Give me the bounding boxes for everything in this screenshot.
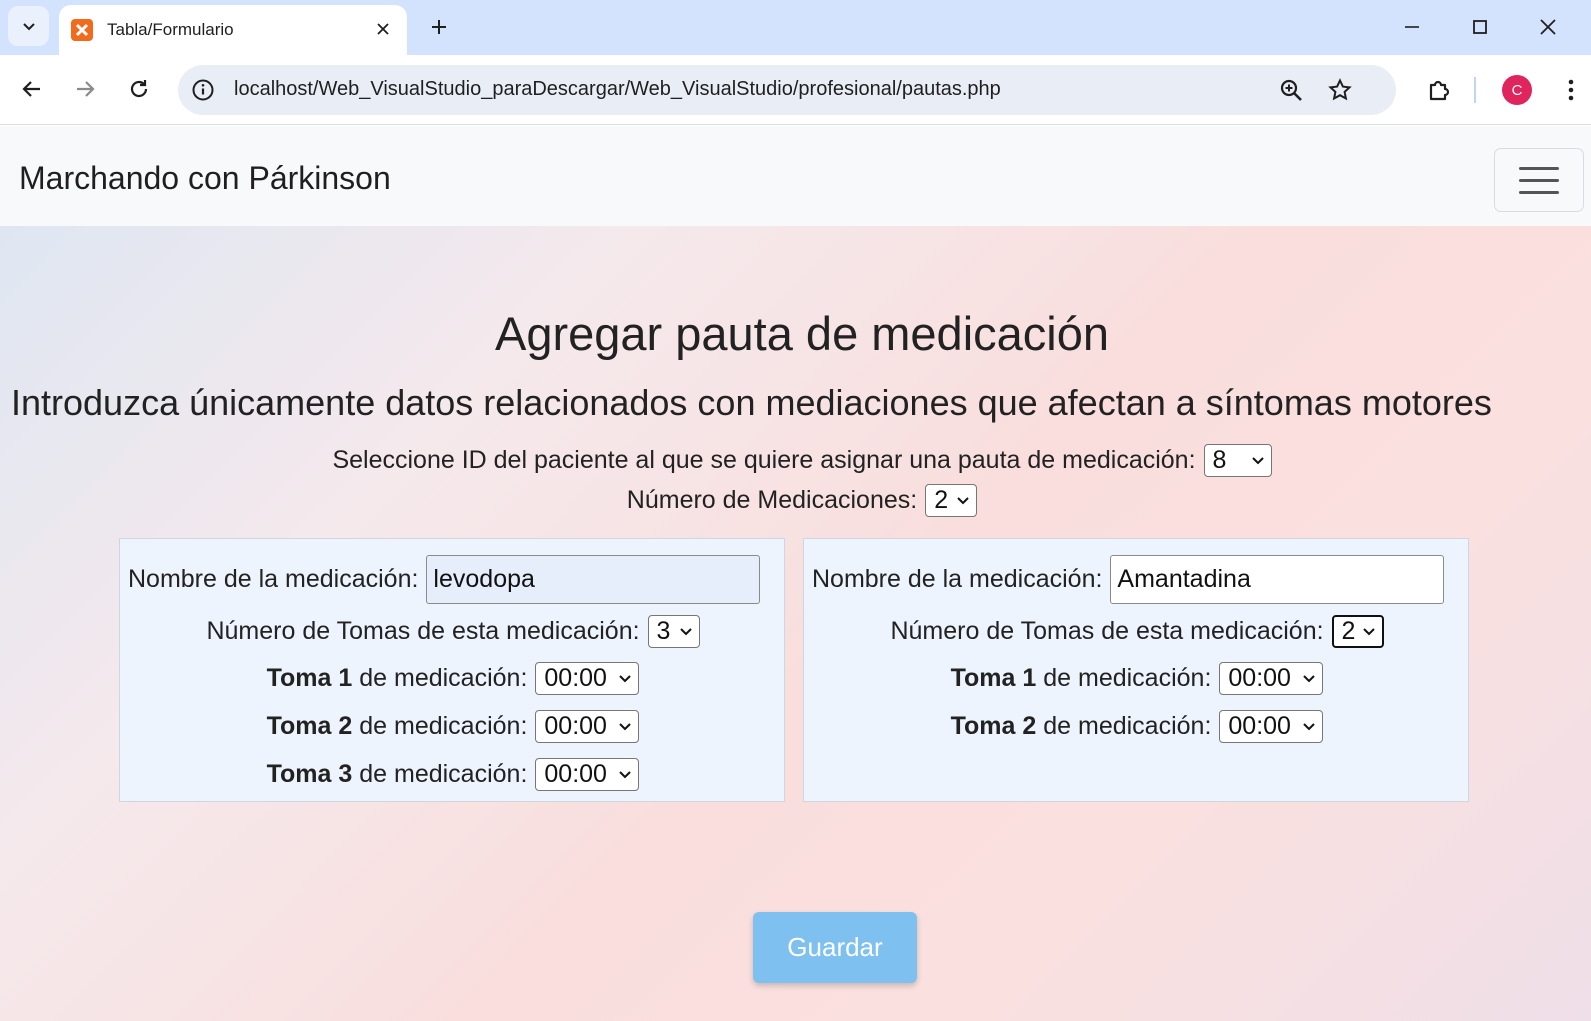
tab-strip: Tabla/Formulario (0, 0, 1591, 55)
zoom-icon[interactable] (1278, 77, 1304, 103)
dose-time-select[interactable]: 00:00 (535, 710, 640, 743)
more-menu-icon[interactable] (1556, 75, 1586, 105)
doses-count-select[interactable]: 2 (1331, 615, 1384, 648)
doses-count-select[interactable]: 3 (647, 615, 700, 648)
dose-label: de medicación: (1043, 664, 1212, 692)
toolbar-divider (1474, 77, 1476, 103)
med-name-row: Nombre de la medicación: levodopa (128, 555, 761, 604)
medication-card-2: Nombre de la medicación: Amantadina Núme… (803, 538, 1469, 802)
xampp-favicon-icon (71, 19, 93, 41)
tab-title: Tabla/Formulario (107, 20, 234, 39)
page-content: Marchando con Párkinson Agregar pauta de… (0, 126, 1591, 1021)
browser-tab[interactable]: Tabla/Formulario (59, 5, 407, 55)
med-name-row: Nombre de la medicación: Amantadina (812, 555, 1445, 604)
close-icon[interactable] (373, 19, 393, 39)
page-subtitle: Introduzca únicamente datos relacionados… (11, 382, 1492, 423)
dose-time-value: 00:00 (544, 712, 607, 740)
dose-label: de medicación: (359, 664, 528, 692)
dose-label-bold: Toma 2 (950, 712, 1037, 740)
chevron-down-icon (679, 627, 692, 635)
dose-row: Toma 1 de medicación: 00:00 (804, 662, 1470, 695)
back-arrow-icon[interactable] (14, 71, 50, 107)
med-name-input[interactable]: Amantadina (1110, 555, 1445, 604)
site-brand[interactable]: Marchando con Párkinson (19, 160, 391, 197)
chevron-down-icon (22, 23, 35, 31)
dose-label-bold: Toma 2 (266, 712, 353, 740)
site-info-icon[interactable] (190, 77, 216, 103)
doses-count-row: Número de Tomas de esta medicación: 3 (120, 615, 786, 648)
medication-card-1: Nombre de la medicación: levodopa Número… (119, 538, 785, 802)
chevron-down-icon (619, 722, 632, 730)
patient-id-select[interactable]: 8 (1203, 444, 1272, 477)
new-tab-plus-icon[interactable] (426, 14, 452, 40)
reload-icon[interactable] (121, 71, 157, 107)
chevron-down-icon (619, 674, 632, 682)
dose-row: Toma 1 de medicación: 00:00 (120, 662, 786, 695)
page-title: Agregar pauta de medicación (494, 307, 1109, 360)
dose-label: de medicación: (359, 712, 528, 740)
dose-time-select[interactable]: 00:00 (535, 662, 640, 695)
num-meds-value: 2 (934, 486, 949, 514)
num-meds-select[interactable]: 2 (925, 484, 978, 517)
patient-label: Seleccione ID del paciente al que se qui… (332, 446, 1196, 474)
doses-count-value: 3 (656, 617, 671, 645)
dose-label: de medicación: (1043, 712, 1212, 740)
dose-time-value: 00:00 (1228, 664, 1291, 692)
save-button[interactable]: Guardar (753, 912, 917, 983)
dose-row: Toma 2 de medicación: 00:00 (120, 710, 786, 743)
doses-count-value: 2 (1341, 617, 1356, 645)
num-meds-row: Número de Medicaciones: 2 (0, 484, 1591, 517)
profile-avatar[interactable]: C (1502, 75, 1532, 105)
dose-label-bold: Toma 1 (950, 664, 1037, 692)
tab-search-button[interactable] (8, 6, 49, 46)
url-text: localhost/Web_VisualStudio_paraDescargar… (234, 78, 1001, 100)
hamburger-line (1519, 178, 1559, 182)
dose-label: de medicación: (359, 760, 528, 788)
chevron-down-icon (619, 770, 632, 778)
dose-row: Toma 3 de medicación: 00:00 (120, 758, 786, 791)
extensions-puzzle-icon[interactable] (1424, 75, 1454, 105)
site-navbar: Marchando con Párkinson (0, 126, 1591, 226)
dose-time-select[interactable]: 00:00 (1219, 710, 1324, 743)
doses-count-label: Número de Tomas de esta medicación: (890, 617, 1324, 645)
patient-id-value: 8 (1212, 446, 1227, 474)
chevron-down-icon (957, 496, 969, 504)
menu-toggle-button[interactable] (1494, 148, 1584, 212)
num-meds-label: Número de Medicaciones: (626, 486, 918, 514)
browser-toolbar: localhost/Web_VisualStudio_paraDescargar… (0, 55, 1591, 125)
dose-row: Toma 2 de medicación: 00:00 (804, 710, 1470, 743)
chevron-down-icon (1303, 674, 1316, 682)
dose-label-bold: Toma 1 (266, 664, 353, 692)
dose-time-value: 00:00 (1228, 712, 1291, 740)
dose-time-value: 00:00 (544, 760, 607, 788)
hamburger-line (1519, 190, 1559, 194)
chevron-down-icon (1303, 722, 1316, 730)
bookmark-star-icon[interactable] (1327, 77, 1353, 103)
minimize-icon[interactable] (1397, 12, 1427, 42)
patient-row: Seleccione ID del paciente al que se qui… (0, 444, 1591, 477)
forward-arrow-icon[interactable] (67, 71, 103, 107)
doses-count-row: Número de Tomas de esta medicación: 2 (804, 615, 1470, 648)
chevron-down-icon (1362, 627, 1375, 635)
hamburger-line (1519, 166, 1559, 170)
dose-label-bold: Toma 3 (266, 760, 353, 788)
chevron-down-icon (1251, 456, 1264, 464)
med-name-input[interactable]: levodopa (426, 555, 761, 604)
maximize-icon[interactable] (1465, 12, 1495, 42)
dose-time-select[interactable]: 00:00 (535, 758, 640, 791)
med-name-label: Nombre de la medicación: (128, 565, 419, 593)
window-close-icon[interactable] (1533, 12, 1563, 42)
dose-time-select[interactable]: 00:00 (1219, 662, 1324, 695)
doses-count-label: Número de Tomas de esta medicación: (206, 617, 640, 645)
address-bar[interactable]: localhost/Web_VisualStudio_paraDescargar… (178, 65, 1396, 115)
dose-time-value: 00:00 (544, 664, 607, 692)
med-name-label: Nombre de la medicación: (812, 565, 1103, 593)
